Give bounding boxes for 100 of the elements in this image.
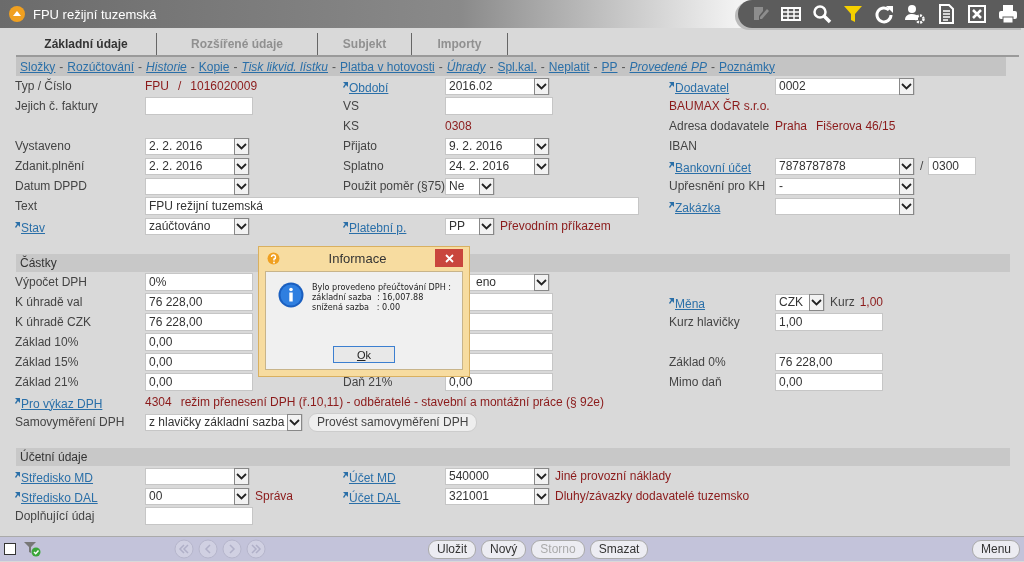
field-label: Základ 10%	[15, 335, 79, 349]
text-field[interactable]: 0,00	[775, 373, 883, 391]
field-link[interactable]: Období	[343, 80, 389, 95]
text-field[interactable]	[445, 97, 553, 115]
dropdown[interactable]: -	[775, 177, 915, 195]
text-field[interactable]: 0,00	[445, 373, 553, 391]
field-value: Správa	[255, 489, 294, 503]
text-field[interactable]: 1,00	[775, 313, 883, 331]
help-icon	[267, 251, 280, 265]
filter-icon[interactable]	[843, 4, 863, 24]
chevron-down-icon	[287, 413, 302, 431]
dropdown[interactable]: 7878787878	[775, 157, 915, 175]
arrow-icon	[669, 297, 675, 305]
dropdown[interactable]: 321001	[445, 487, 550, 505]
action-button[interactable]: Uložit	[428, 539, 476, 559]
action-button[interactable]: Provést samovyměření DPH	[308, 412, 478, 432]
dropdown[interactable]: 2016.02	[445, 77, 550, 95]
dropdown[interactable]: 24. 2. 2016	[445, 157, 550, 175]
close-button[interactable]	[435, 249, 463, 267]
spreadsheet-icon[interactable]	[967, 4, 987, 24]
dropdown[interactable]: 2. 2. 2016	[145, 157, 250, 175]
refresh-icon[interactable]	[874, 4, 894, 24]
dropdown[interactable]	[775, 197, 915, 215]
printer-icon[interactable]	[998, 4, 1018, 24]
field-link[interactable]: Účet MD	[343, 470, 396, 485]
text-field[interactable]: 0,00	[145, 353, 253, 371]
field-label: Použit poměr (§75)	[343, 179, 446, 193]
dropdown[interactable]: CZK	[775, 293, 825, 311]
text-field[interactable]: 0%	[145, 273, 253, 291]
field-label: VS	[343, 99, 359, 113]
chevron-down-icon	[479, 217, 494, 235]
text-field[interactable]: FPU režijní tuzemská	[145, 197, 639, 215]
chevron-down-icon	[899, 177, 914, 195]
separator: -	[710, 59, 715, 74]
text-field[interactable]: 76 228,00	[775, 353, 883, 371]
arrow-icon	[15, 491, 21, 499]
field-link[interactable]: Bankovní účet	[669, 160, 752, 175]
field-label: Vystaveno	[15, 139, 71, 153]
arrow-icon	[343, 471, 349, 479]
table-icon[interactable]	[781, 4, 801, 24]
document-icon[interactable]	[936, 4, 956, 24]
text-field[interactable]	[145, 97, 253, 115]
action-button[interactable]: Smazat	[589, 539, 649, 559]
field-link[interactable]: Stav	[15, 220, 45, 235]
dropdown[interactable]	[145, 177, 250, 195]
field-label: Základ 15%	[15, 355, 79, 369]
chevron-down-icon	[234, 467, 249, 485]
field-link[interactable]: Měna	[669, 296, 706, 311]
arrow-icon	[343, 491, 349, 499]
separator: -	[190, 59, 195, 74]
dropdown[interactable]: 00	[145, 487, 250, 505]
dropdown[interactable]	[145, 467, 250, 485]
arrow-icon	[15, 397, 21, 405]
text-field[interactable]: 76 228,00	[145, 313, 253, 331]
window-title: FPU režijní tuzemská	[33, 6, 157, 22]
dropdown[interactable]: z hlavičky základní sazba	[145, 413, 303, 431]
arrow-icon	[343, 221, 349, 229]
dropdown[interactable]: 9. 2. 2016	[445, 137, 550, 155]
field-label: Kurz hlavičky	[669, 315, 740, 329]
field-link[interactable]: Dodavatel	[669, 80, 730, 95]
filter-check-icon[interactable]	[24, 541, 42, 557]
field-label: Typ / Číslo	[15, 79, 72, 93]
search-icon[interactable]	[812, 4, 832, 24]
field-link[interactable]: Pro výkaz DPH	[15, 396, 103, 411]
field-label: IBAN	[669, 139, 697, 153]
text-field[interactable]	[145, 507, 253, 525]
text-field[interactable]: 0,00	[145, 373, 253, 391]
dropdown[interactable]: 2. 2. 2016	[145, 137, 250, 155]
dropdown[interactable]: 540000	[445, 467, 550, 485]
message-text: snížená sazba : 0.00	[312, 302, 402, 312]
field-label: Mimo daň	[669, 375, 722, 389]
ok-button[interactable]: Ok	[333, 346, 395, 363]
arrow-icon	[669, 161, 675, 169]
dropdown[interactable]: 0002	[775, 77, 915, 95]
chevron-down-icon	[234, 487, 249, 505]
chevron-down-icon	[534, 137, 549, 155]
dropdown[interactable]: Ne	[445, 177, 495, 195]
separator: -	[59, 59, 64, 74]
field-link[interactable]: Středisko DAL	[15, 490, 98, 505]
text-field[interactable]: 0300	[928, 157, 977, 175]
field-label: Samovyměření DPH	[15, 415, 125, 429]
user-gear-icon[interactable]	[905, 4, 925, 24]
separator: -	[621, 59, 626, 74]
chevron-down-icon	[234, 137, 249, 155]
field-link[interactable]: Zakázka	[669, 200, 721, 215]
action-button[interactable]: Nový	[481, 539, 527, 559]
field-label: Upřesnění pro KH	[669, 179, 766, 193]
field-link[interactable]: Platební p.	[343, 220, 407, 235]
dropdown[interactable]: PP	[445, 217, 495, 235]
dropdown[interactable]: zaúčtováno	[145, 217, 250, 235]
checkbox[interactable]	[4, 543, 16, 555]
collapse-icon[interactable]	[9, 6, 25, 22]
text-field[interactable]: 0,00	[145, 333, 253, 351]
chevron-down-icon	[234, 157, 249, 175]
chevron-down-icon	[534, 77, 549, 95]
text-field[interactable]: 76 228,00	[145, 293, 253, 311]
tab[interactable]: Základní údaje	[16, 33, 157, 55]
menu-button[interactable]: Menu	[971, 539, 1020, 559]
field-link[interactable]: Středisko MD	[15, 470, 94, 485]
field-link[interactable]: Účet DAL	[343, 490, 401, 505]
